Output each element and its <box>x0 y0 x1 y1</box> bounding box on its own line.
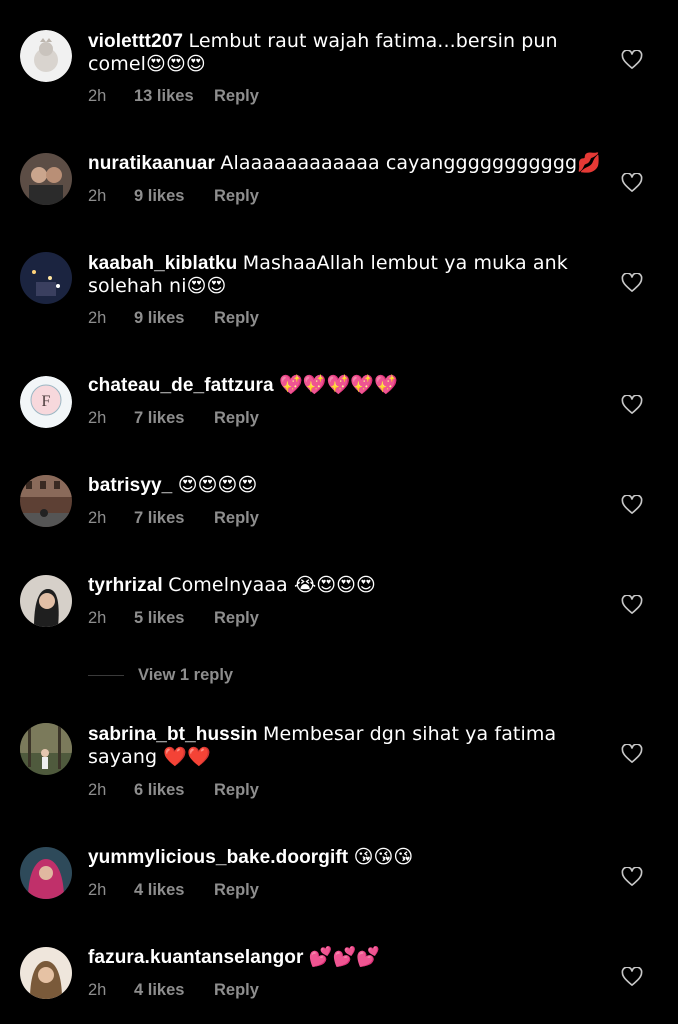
heart-icon[interactable] <box>621 867 643 887</box>
comment-body: nuratikaanuar Alaaaaaaaaaaaa cayangggggg… <box>88 152 608 175</box>
comment-text: 💕💕💕 <box>308 946 381 968</box>
comment-username[interactable]: kaabah_kiblatku <box>88 253 237 274</box>
reply-button[interactable]: Reply <box>214 509 259 527</box>
avatar[interactable] <box>20 723 72 775</box>
heart-icon[interactable] <box>621 395 643 415</box>
comment-likes[interactable]: 5 likes <box>134 609 214 628</box>
comment-text: Alaaaaaaaaaaaa cayanggggggggggg💋 <box>220 152 601 174</box>
comment-username[interactable]: nuratikaanuar <box>88 153 215 174</box>
comment-likes[interactable]: 13 likes <box>134 87 214 106</box>
comment-time: 2h <box>88 781 107 799</box>
comment-time: 2h <box>88 87 107 105</box>
reply-button[interactable]: Reply <box>214 609 259 627</box>
heart-icon[interactable] <box>621 967 643 987</box>
avatar[interactable]: F <box>20 376 72 428</box>
svg-text:F: F <box>42 393 51 410</box>
avatar[interactable] <box>20 252 72 304</box>
comment-likes[interactable]: 7 likes <box>134 509 214 528</box>
reply-button[interactable]: Reply <box>214 881 259 899</box>
heart-icon[interactable] <box>621 173 643 193</box>
comment-username[interactable]: sabrina_bt_hussin <box>88 724 258 745</box>
comment-username[interactable]: chateau_de_fattzura <box>88 375 274 396</box>
comment-time: 2h <box>88 609 107 627</box>
reply-button[interactable]: Reply <box>214 981 259 999</box>
avatar[interactable] <box>20 947 72 999</box>
comment-time: 2h <box>88 309 107 327</box>
reply-button[interactable]: Reply <box>214 309 259 327</box>
comment-time: 2h <box>88 881 107 899</box>
comment-text: 💖💖💖💖💖 <box>279 374 398 396</box>
comment-username[interactable]: fazura.kuantanselangor <box>88 947 303 968</box>
comment-likes[interactable]: 9 likes <box>134 309 214 328</box>
reply-button[interactable]: Reply <box>214 409 259 427</box>
comment-meta: 2h 5 likes Reply <box>88 609 259 628</box>
comment-likes[interactable]: 9 likes <box>134 187 214 206</box>
comment-body: sabrina_bt_hussin Membesar dgn sihat ya … <box>88 723 608 769</box>
comment-meta: 2h 9 likes Reply <box>88 187 259 206</box>
comment-body: yummylicious_bake.doorgift 😘😘😘 <box>88 846 608 869</box>
heart-icon[interactable] <box>621 744 643 764</box>
comment-likes[interactable]: 7 likes <box>134 409 214 428</box>
comment-username[interactable]: batrisyy_ <box>88 475 172 496</box>
reply-button[interactable]: Reply <box>214 187 259 205</box>
comment-body: violettt207 Lembut raut wajah fatima...b… <box>88 30 608 76</box>
avatar[interactable] <box>20 30 72 82</box>
comment-body: chateau_de_fattzura 💖💖💖💖💖 <box>88 374 608 397</box>
comment-body: batrisyy_ 😍😍😍😍 <box>88 474 608 497</box>
avatar[interactable] <box>20 153 72 205</box>
comment-time: 2h <box>88 409 107 427</box>
avatar[interactable] <box>20 475 72 527</box>
avatar[interactable] <box>20 575 72 627</box>
comment-meta: 2h 4 likes Reply <box>88 981 259 1000</box>
comment-meta: 2h 6 likes Reply <box>88 781 259 800</box>
comment-text: 😘😘😘 <box>353 846 414 868</box>
comment-body: tyrhrizal Comelnyaaa 😭😍😍😍 <box>88 574 608 597</box>
comment-likes[interactable]: 4 likes <box>134 981 214 1000</box>
comment-body: fazura.kuantanselangor 💕💕💕 <box>88 946 608 969</box>
comment-meta: 2h 7 likes Reply <box>88 509 259 528</box>
reply-button[interactable]: Reply <box>214 87 259 105</box>
comment-meta: 2h 4 likes Reply <box>88 881 259 900</box>
heart-icon[interactable] <box>621 495 643 515</box>
reply-divider-line <box>88 675 124 677</box>
comment-body: kaabah_kiblatku MashaaAllah lembut ya mu… <box>88 252 608 298</box>
comment-time: 2h <box>88 981 107 999</box>
comment-time: 2h <box>88 509 107 527</box>
comment-text: 😍😍😍😍 <box>177 474 258 496</box>
comment-username[interactable]: yummylicious_bake.doorgift <box>88 847 348 868</box>
comment-likes[interactable]: 4 likes <box>134 881 214 900</box>
comment-text: Comelnyaaa 😭😍😍😍 <box>168 574 376 596</box>
avatar[interactable] <box>20 847 72 899</box>
comment-username[interactable]: violettt207 <box>88 31 183 52</box>
comment-meta: 2h 7 likes Reply <box>88 409 259 428</box>
comment-likes[interactable]: 6 likes <box>134 781 214 800</box>
comment-meta: 2h 13 likes Reply <box>88 87 259 106</box>
view-replies-label[interactable]: View 1 reply <box>138 666 233 684</box>
heart-icon[interactable] <box>621 273 643 293</box>
reply-button[interactable]: Reply <box>214 781 259 799</box>
comment-time: 2h <box>88 187 107 205</box>
comment-meta: 2h 9 likes Reply <box>88 309 259 328</box>
heart-icon[interactable] <box>621 50 643 70</box>
heart-icon[interactable] <box>621 595 643 615</box>
view-replies-button[interactable]: View 1 reply <box>88 666 233 685</box>
comment-username[interactable]: tyrhrizal <box>88 575 163 596</box>
